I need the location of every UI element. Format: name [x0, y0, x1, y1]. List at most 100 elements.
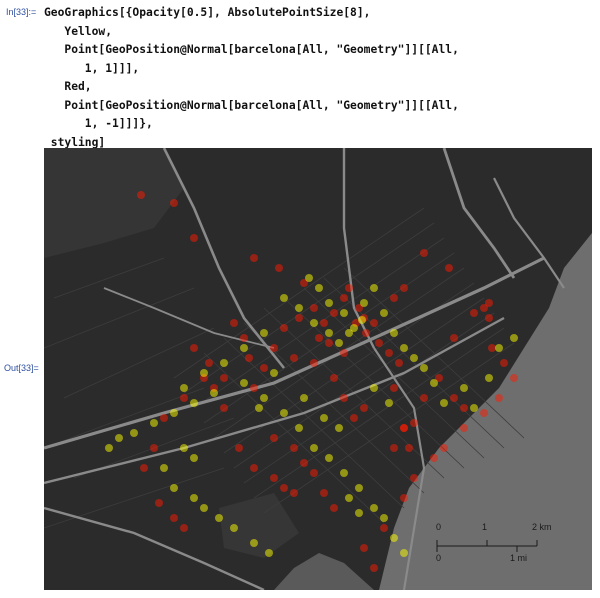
yellow-point [190, 494, 198, 502]
red-point [205, 359, 213, 367]
code-line: Point[GeoPosition@Normal[barcelona[All, … [44, 43, 459, 56]
yellow-point [280, 294, 288, 302]
red-point [330, 504, 338, 512]
red-point [230, 319, 238, 327]
scale-mi-0: 0 [436, 553, 441, 563]
code-line: GeoGraphics[{Opacity[0.5], AbsolutePoint… [44, 6, 371, 19]
yellow-point [460, 384, 468, 392]
code-input[interactable]: GeoGraphics[{Opacity[0.5], AbsolutePoint… [44, 4, 459, 152]
yellow-point [370, 384, 378, 392]
yellow-point [220, 359, 228, 367]
red-point [400, 424, 408, 432]
geo-map[interactable]: 0 1 2 km 0 1 mi [44, 148, 592, 590]
red-point [310, 304, 318, 312]
scale-bar: 0 1 2 km 0 1 mi [436, 522, 552, 563]
yellow-point [200, 369, 208, 377]
red-point [470, 309, 478, 317]
red-point [140, 464, 148, 472]
red-point [362, 329, 370, 337]
yellow-point [510, 334, 518, 342]
yellow-point [325, 329, 333, 337]
yellow-point [190, 399, 198, 407]
red-point [155, 499, 163, 507]
yellow-point [355, 484, 363, 492]
red-point [270, 434, 278, 442]
yellow-point [370, 504, 378, 512]
red-point [410, 419, 418, 427]
red-point [340, 294, 348, 302]
code-line: 1, -1]]]}, [44, 117, 153, 130]
yellow-point [190, 454, 198, 462]
red-point [395, 359, 403, 367]
red-point [390, 384, 398, 392]
red-point [310, 469, 318, 477]
red-point [380, 524, 388, 532]
red-point [280, 484, 288, 492]
yellow-point [250, 539, 258, 547]
red-point [220, 374, 228, 382]
yellow-point [170, 484, 178, 492]
yellow-point [370, 284, 378, 292]
yellow-point [495, 344, 503, 352]
yellow-point [325, 299, 333, 307]
yellow-point [340, 309, 348, 317]
red-point [245, 354, 253, 362]
yellow-point [470, 404, 478, 412]
red-point [485, 314, 493, 322]
yellow-point [410, 354, 418, 362]
yellow-point [400, 549, 408, 557]
yellow-point [105, 444, 113, 452]
red-point [180, 394, 188, 402]
yellow-point [400, 344, 408, 352]
red-point [320, 489, 328, 497]
yellow-point [430, 379, 438, 387]
yellow-point [215, 514, 223, 522]
red-point [260, 364, 268, 372]
red-point [450, 334, 458, 342]
input-prompt-label: In[33]:= [6, 7, 37, 17]
red-point [350, 414, 358, 422]
yellow-point [170, 409, 178, 417]
code-line: Yellow, [44, 24, 113, 38]
red-point [180, 524, 188, 532]
yellow-point [280, 409, 288, 417]
scale-km-1: 1 [482, 522, 487, 532]
red-point [137, 191, 145, 199]
yellow-point [320, 414, 328, 422]
yellow-point [150, 419, 158, 427]
red-point [315, 334, 323, 342]
yellow-point [420, 364, 428, 372]
red-point [170, 199, 178, 207]
red-point [310, 359, 318, 367]
yellow-point [325, 454, 333, 462]
red-point [250, 464, 258, 472]
output-prompt-label: Out[33]= [4, 363, 39, 373]
red-point [150, 444, 158, 452]
yellow-point [345, 494, 353, 502]
red-point [500, 359, 508, 367]
red-point [330, 309, 338, 317]
red-point [240, 334, 248, 342]
yellow-point [255, 404, 263, 412]
red-point [330, 374, 338, 382]
yellow-point [390, 534, 398, 542]
red-point [420, 394, 428, 402]
yellow-point [160, 464, 168, 472]
red-point [300, 459, 308, 467]
red-point [340, 394, 348, 402]
red-point [290, 489, 298, 497]
yellow-point [130, 429, 138, 437]
red-point [270, 344, 278, 352]
yellow-point [310, 444, 318, 452]
red-point [495, 394, 503, 402]
yellow-point [260, 329, 268, 337]
red-point [405, 444, 413, 452]
yellow-point [345, 329, 353, 337]
red-point [488, 344, 496, 352]
yellow-point [200, 504, 208, 512]
yellow-point [390, 329, 398, 337]
yellow-point [265, 549, 273, 557]
red-point [510, 374, 518, 382]
yellow-point [295, 304, 303, 312]
yellow-point [180, 384, 188, 392]
